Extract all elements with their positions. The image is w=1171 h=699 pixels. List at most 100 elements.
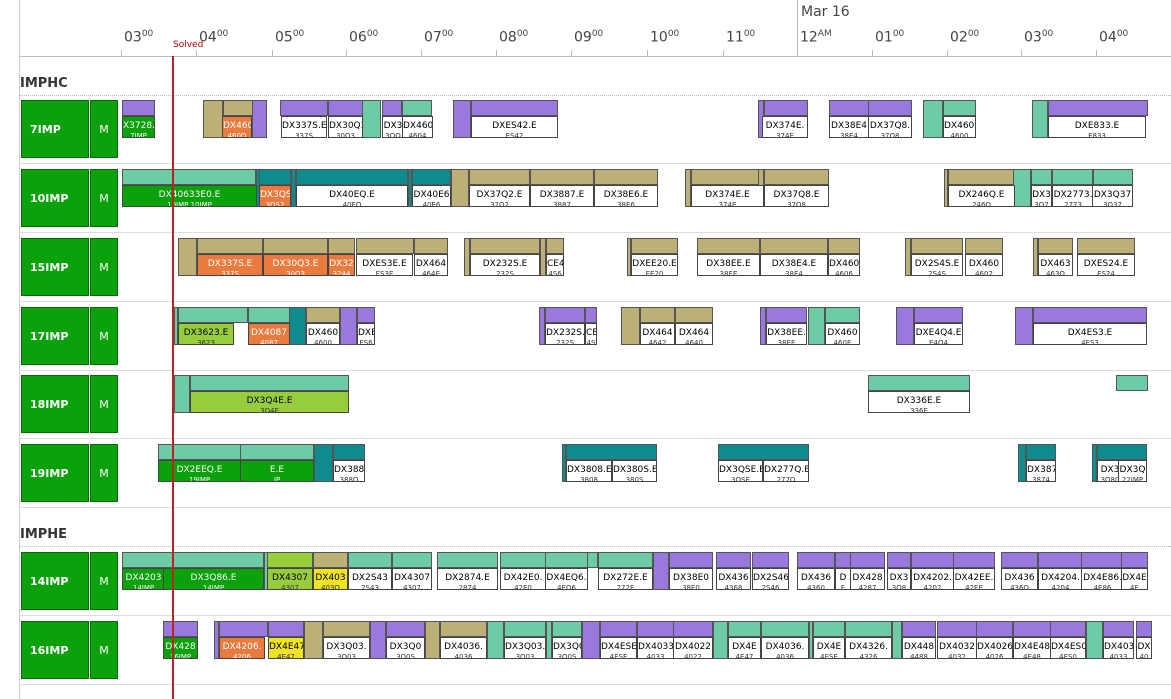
task-bar[interactable] (1033, 307, 1147, 323)
task-block[interactable]: DX403 4033 (1103, 637, 1134, 659)
task-block[interactable]: DX436 4368 (716, 568, 751, 590)
task-bar[interactable] (1077, 238, 1135, 254)
task-bar[interactable] (362, 100, 381, 138)
task-block[interactable]: DX32 3244 (328, 254, 355, 276)
task-block[interactable]: DX428 4287 (850, 568, 885, 590)
task-bar[interactable] (392, 552, 432, 568)
task-bar[interactable] (911, 238, 963, 254)
task-block[interactable]: DX40E6 40E6 (412, 185, 451, 207)
task-bar[interactable] (566, 444, 657, 460)
task-bar[interactable] (1086, 621, 1103, 659)
task-bar[interactable] (948, 169, 1015, 185)
resource-16imp[interactable]: 16IMP M (21, 621, 118, 679)
task-bar[interactable] (414, 238, 448, 254)
task-block[interactable]: DX4204. 4204 (1038, 568, 1083, 590)
task-bar[interactable] (306, 307, 340, 323)
task-bar[interactable] (914, 307, 963, 323)
task-bar[interactable] (469, 169, 530, 185)
task-block[interactable]: DX337S.E 337S (197, 254, 263, 276)
task-block[interactable]: DX336E.E 336E (868, 391, 970, 413)
task-block[interactable]: DX42E0. 42E0 (500, 568, 546, 590)
task-bar[interactable] (766, 307, 807, 323)
task-block[interactable]: DX37Q8.E 37Q8 (764, 185, 829, 207)
task-bar[interactable] (223, 100, 253, 116)
task-block[interactable]: DX3Q03. 3Q03 (504, 637, 546, 659)
task-block[interactable]: DX272E.E 272E (598, 568, 653, 590)
task-bar[interactable] (382, 100, 402, 116)
task-bar[interactable] (697, 238, 760, 254)
task-bar[interactable] (1031, 169, 1052, 185)
task-block[interactable]: DX2S46 2S46 (752, 568, 789, 590)
task-block[interactable]: DX30Q3 30Q3 (328, 116, 363, 138)
task-bar[interactable] (937, 621, 977, 637)
task-bar[interactable] (1013, 621, 1051, 637)
task-block[interactable]: DX2EEQ.E 19IMP (158, 460, 241, 482)
task-bar[interactable] (158, 444, 241, 460)
task-bar[interactable] (887, 552, 911, 568)
task-block[interactable]: DX232S. 232S (545, 323, 585, 345)
task-block[interactable]: DX40633E0.E 10IMP 10IMP (122, 185, 257, 207)
task-bar[interactable] (356, 238, 414, 254)
task-block[interactable]: DX403 403Q (313, 568, 348, 590)
task-block[interactable]: DX3 3Q8 (887, 568, 911, 590)
task-block[interactable]: X3728. 7IMP (122, 116, 155, 138)
task-bar[interactable] (370, 621, 386, 659)
current-time-line[interactable] (172, 56, 174, 699)
task-bar[interactable] (1048, 100, 1148, 116)
task-bar[interactable] (313, 552, 348, 568)
task-bar[interactable] (813, 621, 845, 637)
resource-17imp[interactable]: 17IMP M (21, 307, 118, 365)
task-block[interactable]: DX4202. 4202 (911, 568, 954, 590)
task-block[interactable]: DX4EQ6. 4EQ6 (545, 568, 588, 590)
task-block[interactable]: DXES42.E ES42 (471, 116, 558, 138)
task-bar[interactable] (348, 552, 392, 568)
task-block[interactable]: DX4307 4307 (392, 568, 432, 590)
task-bar[interactable] (892, 621, 902, 659)
task-block[interactable]: DX4203 14IMP (122, 568, 165, 590)
task-bar[interactable] (585, 307, 597, 323)
task-bar[interactable] (1026, 444, 1056, 460)
task-bar[interactable] (621, 307, 640, 345)
task-bar[interactable] (808, 307, 825, 345)
task-bar[interactable] (637, 621, 674, 637)
task-bar[interactable] (965, 238, 1003, 254)
task-block[interactable]: DXE833.E E833 (1048, 116, 1146, 138)
task-bar[interactable] (314, 444, 333, 482)
task-block[interactable]: DX4ES0 4ES0 (1050, 637, 1086, 659)
task-block[interactable]: CE 4S (585, 323, 597, 345)
task-bar[interactable] (1013, 169, 1031, 207)
task-bar[interactable] (453, 100, 471, 138)
task-block[interactable]: DX374E.E 374E (691, 185, 764, 207)
task-bar[interactable] (675, 307, 713, 323)
task-bar[interactable] (716, 552, 751, 568)
resource-10imp[interactable]: 10IMP M (21, 169, 118, 227)
task-block[interactable]: CE4 4S6 (546, 254, 564, 276)
task-bar[interactable] (902, 621, 936, 637)
task-block[interactable]: DX464 4640 (675, 323, 713, 345)
task-bar[interactable] (340, 307, 357, 345)
task-block[interactable]: DX4026 4026 (976, 637, 1013, 659)
task-bar[interactable] (386, 621, 425, 637)
task-bar[interactable] (1116, 375, 1148, 391)
task-bar[interactable] (943, 100, 976, 116)
task-bar[interactable] (631, 238, 678, 254)
task-bar[interactable] (530, 169, 594, 185)
task-bar[interactable] (752, 552, 789, 568)
task-bar[interactable] (845, 621, 892, 637)
task-block[interactable]: DX4307 4307 (267, 568, 313, 590)
task-block[interactable]: DX3QSE.E 3QSE (718, 460, 763, 482)
task-block[interactable]: DX3Q0 3Q0S (386, 637, 425, 659)
task-block[interactable]: DE (835, 568, 851, 590)
task-bar[interactable] (1001, 552, 1038, 568)
resource-18imp[interactable]: 18IMP M (21, 375, 118, 433)
task-block[interactable]: DX 40 (1136, 637, 1152, 659)
task-bar[interactable] (850, 552, 885, 568)
task-block[interactable]: DX30Q3.E 30Q3 (263, 254, 328, 276)
task-bar[interactable] (764, 100, 808, 116)
task-bar[interactable] (267, 552, 313, 568)
task-bar[interactable] (289, 307, 306, 345)
task-bar[interactable] (1103, 621, 1134, 637)
task-block[interactable]: DXEE20.E EE20 (631, 254, 678, 276)
task-block[interactable]: DXE4Q4.E E4Q4 (914, 323, 963, 345)
task-bar[interactable] (582, 621, 600, 659)
